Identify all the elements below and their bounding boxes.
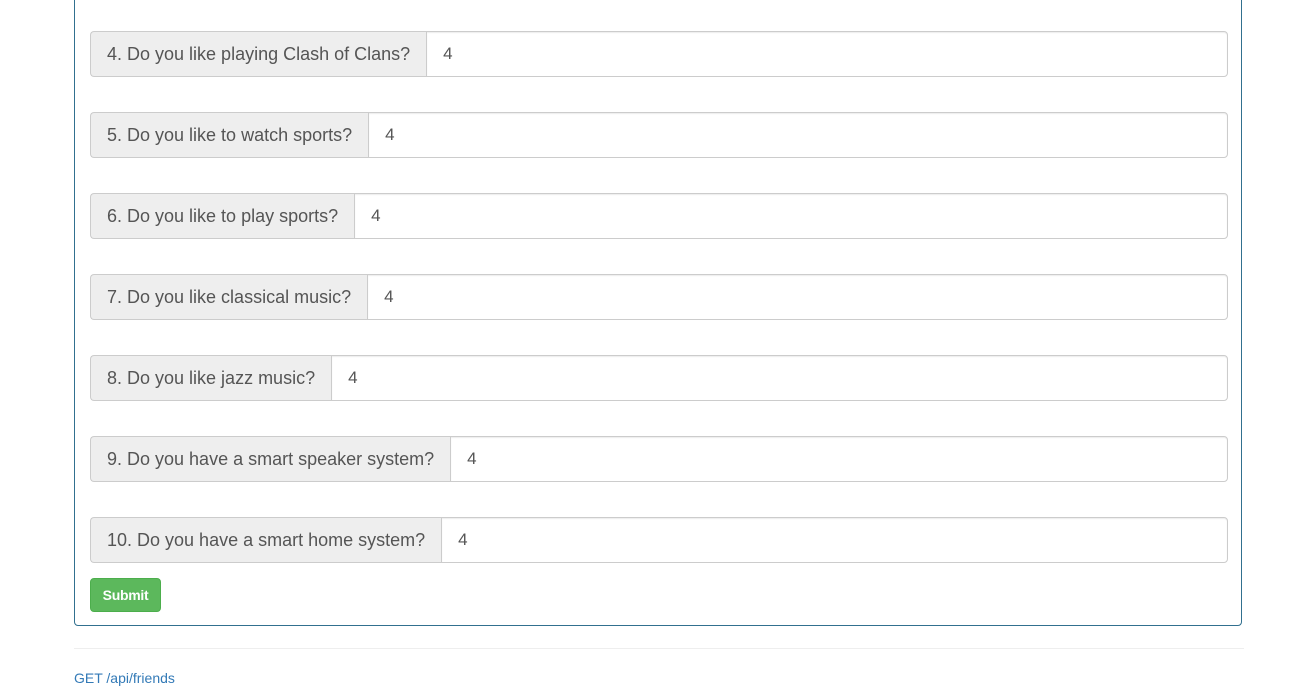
question-9-label: 9. Do you have a smart speaker system?: [90, 436, 451, 482]
question-7-input[interactable]: [367, 274, 1228, 320]
question-5-input[interactable]: [368, 112, 1228, 158]
question-6-input[interactable]: [354, 193, 1228, 239]
question-8-label: 8. Do you like jazz music?: [90, 355, 332, 401]
question-4-group: 4. Do you like playing Clash of Clans?: [90, 31, 1228, 77]
question-6-label: 6. Do you like to play sports?: [90, 193, 355, 239]
question-6-group: 6. Do you like to play sports?: [90, 193, 1228, 239]
question-10-input[interactable]: [441, 517, 1228, 563]
question-10-label: 10. Do you have a smart home system?: [90, 517, 442, 563]
question-8-group: 8. Do you like jazz music?: [90, 355, 1228, 401]
question-10-group: 10. Do you have a smart home system?: [90, 517, 1228, 563]
question-5-group: 5. Do you like to watch sports?: [90, 112, 1228, 158]
api-friends-link[interactable]: GET /api/friends: [74, 670, 175, 686]
question-9-group: 9. Do you have a smart speaker system?: [90, 436, 1228, 482]
question-8-input[interactable]: [331, 355, 1228, 401]
question-5-label: 5. Do you like to watch sports?: [90, 112, 369, 158]
question-4-label: 4. Do you like playing Clash of Clans?: [90, 31, 427, 77]
question-7-label: 7. Do you like classical music?: [90, 274, 368, 320]
submit-button[interactable]: Submit: [90, 578, 161, 612]
question-9-input[interactable]: [450, 436, 1228, 482]
question-4-input[interactable]: [426, 31, 1228, 77]
divider: [74, 648, 1244, 649]
question-7-group: 7. Do you like classical music?: [90, 274, 1228, 320]
